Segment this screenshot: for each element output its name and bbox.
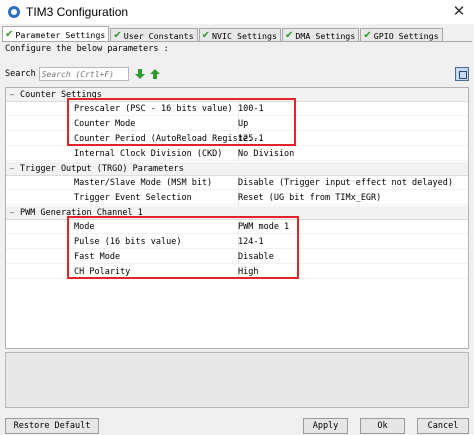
description-panel [5, 352, 469, 408]
highlight-box-counter [67, 98, 296, 146]
tab-label: NVIC Settings [212, 30, 277, 41]
show-description-icon[interactable] [455, 67, 469, 81]
title-bar: TIM3 Configuration ✕ [0, 0, 474, 24]
tab-label: User Constants [123, 30, 194, 41]
close-button[interactable]: ✕ [448, 3, 470, 21]
param-name: Internal Clock Division (CKD) [74, 148, 223, 159]
checkmark-icon: ✔ [363, 30, 372, 41]
param-name: Trigger Event Selection [74, 192, 192, 203]
arrow-up-icon[interactable] [150, 69, 161, 80]
group-trigger-output[interactable]: − Trigger Output (TRGO) Parameters [6, 162, 468, 176]
tab-bar: ✔ Parameter Settings ✔ User Constants ✔ … [2, 26, 444, 42]
highlight-box-pwm [67, 216, 299, 279]
checkmark-icon: ✔ [113, 30, 122, 41]
tab-user-constants[interactable]: ✔ User Constants [110, 28, 198, 42]
tab-gpio-settings[interactable]: ✔ GPIO Settings [360, 28, 443, 42]
tab-divider [2, 41, 472, 42]
collapse-icon[interactable]: − [9, 91, 18, 99]
tab-label: Parameter Settings [15, 29, 106, 40]
collapse-icon[interactable]: − [9, 165, 18, 173]
tab-nvic-settings[interactable]: ✔ NVIC Settings [198, 28, 281, 42]
window-title: TIM3 Configuration [26, 5, 129, 19]
tab-dma-settings[interactable]: ✔ DMA Settings [281, 28, 360, 42]
tab-label: DMA Settings [295, 30, 356, 41]
param-value[interactable]: Reset (UG bit from TIMx_EGR) [238, 193, 381, 203]
param-row-clock-division[interactable]: Internal Clock Division (CKD) No Divisio… [6, 147, 468, 161]
search-label: Search [5, 69, 36, 79]
tab-parameter-settings[interactable]: ✔ Parameter Settings [2, 26, 110, 42]
param-row-master-slave-mode[interactable]: Master/Slave Mode (MSM bit) Disable (Tri… [6, 176, 468, 190]
ok-button[interactable]: Ok [360, 418, 405, 434]
cancel-button[interactable]: Cancel [417, 418, 469, 434]
group-label: Trigger Output (TRGO) Parameters [20, 163, 184, 174]
search-input[interactable] [38, 67, 129, 81]
search-row: Search [5, 67, 161, 81]
apply-button[interactable]: Apply [303, 418, 348, 434]
restore-default-button[interactable]: Restore Default [5, 418, 99, 434]
arrow-down-icon[interactable] [135, 69, 146, 80]
param-row-trigger-event[interactable]: Trigger Event Selection Reset (UG bit fr… [6, 191, 468, 205]
collapse-icon[interactable]: − [9, 209, 18, 217]
param-name: Master/Slave Mode (MSM bit) [74, 177, 213, 188]
param-value[interactable]: No Division [238, 149, 294, 159]
checkmark-icon: ✔ [5, 29, 14, 40]
param-value[interactable]: Disable (Trigger input effect not delaye… [238, 178, 453, 188]
checkmark-icon: ✔ [201, 30, 211, 41]
app-icon [8, 6, 20, 18]
tab-label: GPIO Settings [373, 30, 439, 41]
checkmark-icon: ✔ [284, 30, 294, 41]
configure-instructions: Configure the below parameters : [5, 44, 169, 54]
